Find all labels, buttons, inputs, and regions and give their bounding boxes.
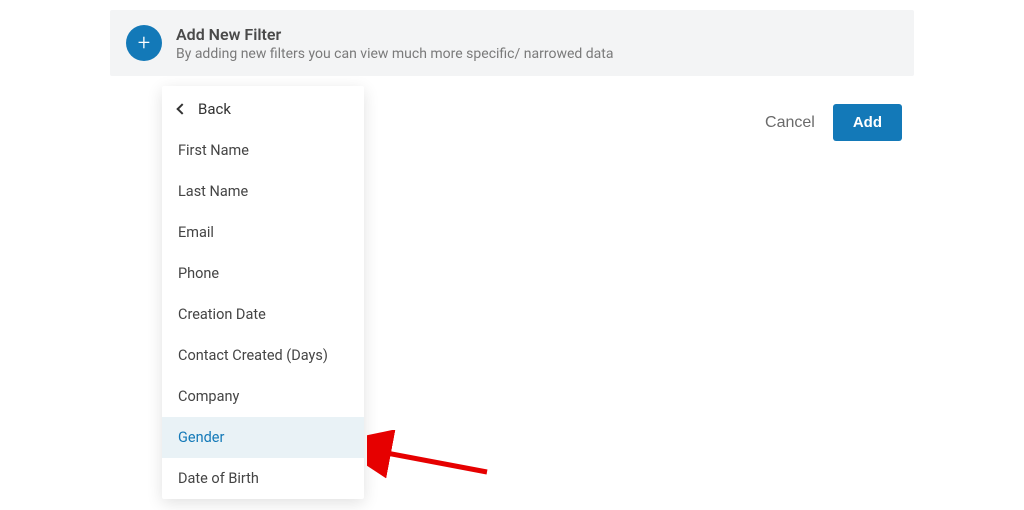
menu-item-gender[interactable]: Gender [162, 417, 364, 458]
menu-item-company[interactable]: Company [162, 376, 364, 417]
chevron-left-icon [176, 103, 187, 114]
header-text: Add New Filter By adding new filters you… [176, 25, 613, 62]
plus-icon[interactable]: + [126, 25, 162, 61]
back-button[interactable]: Back [162, 86, 364, 130]
menu-item-creation-date[interactable]: Creation Date [162, 294, 364, 335]
menu-item-email[interactable]: Email [162, 212, 364, 253]
filter-header: + Add New Filter By adding new filters y… [110, 10, 914, 76]
back-label: Back [198, 100, 231, 118]
menu-item-contact-created-days[interactable]: Contact Created (Days) [162, 335, 364, 376]
header-subtitle: By adding new filters you can view much … [176, 46, 613, 62]
filter-dropdown: Back First Name Last Name Email Phone Cr… [162, 86, 364, 499]
menu-item-date-of-birth[interactable]: Date of Birth [162, 458, 364, 499]
menu-item-last-name[interactable]: Last Name [162, 171, 364, 212]
header-title: Add New Filter [176, 25, 613, 44]
action-buttons: Cancel Add [765, 104, 902, 141]
menu-item-phone[interactable]: Phone [162, 253, 364, 294]
menu-item-first-name[interactable]: First Name [162, 130, 364, 171]
annotation-arrow-icon [367, 430, 497, 490]
cancel-button[interactable]: Cancel [765, 114, 815, 132]
add-button[interactable]: Add [833, 104, 902, 141]
